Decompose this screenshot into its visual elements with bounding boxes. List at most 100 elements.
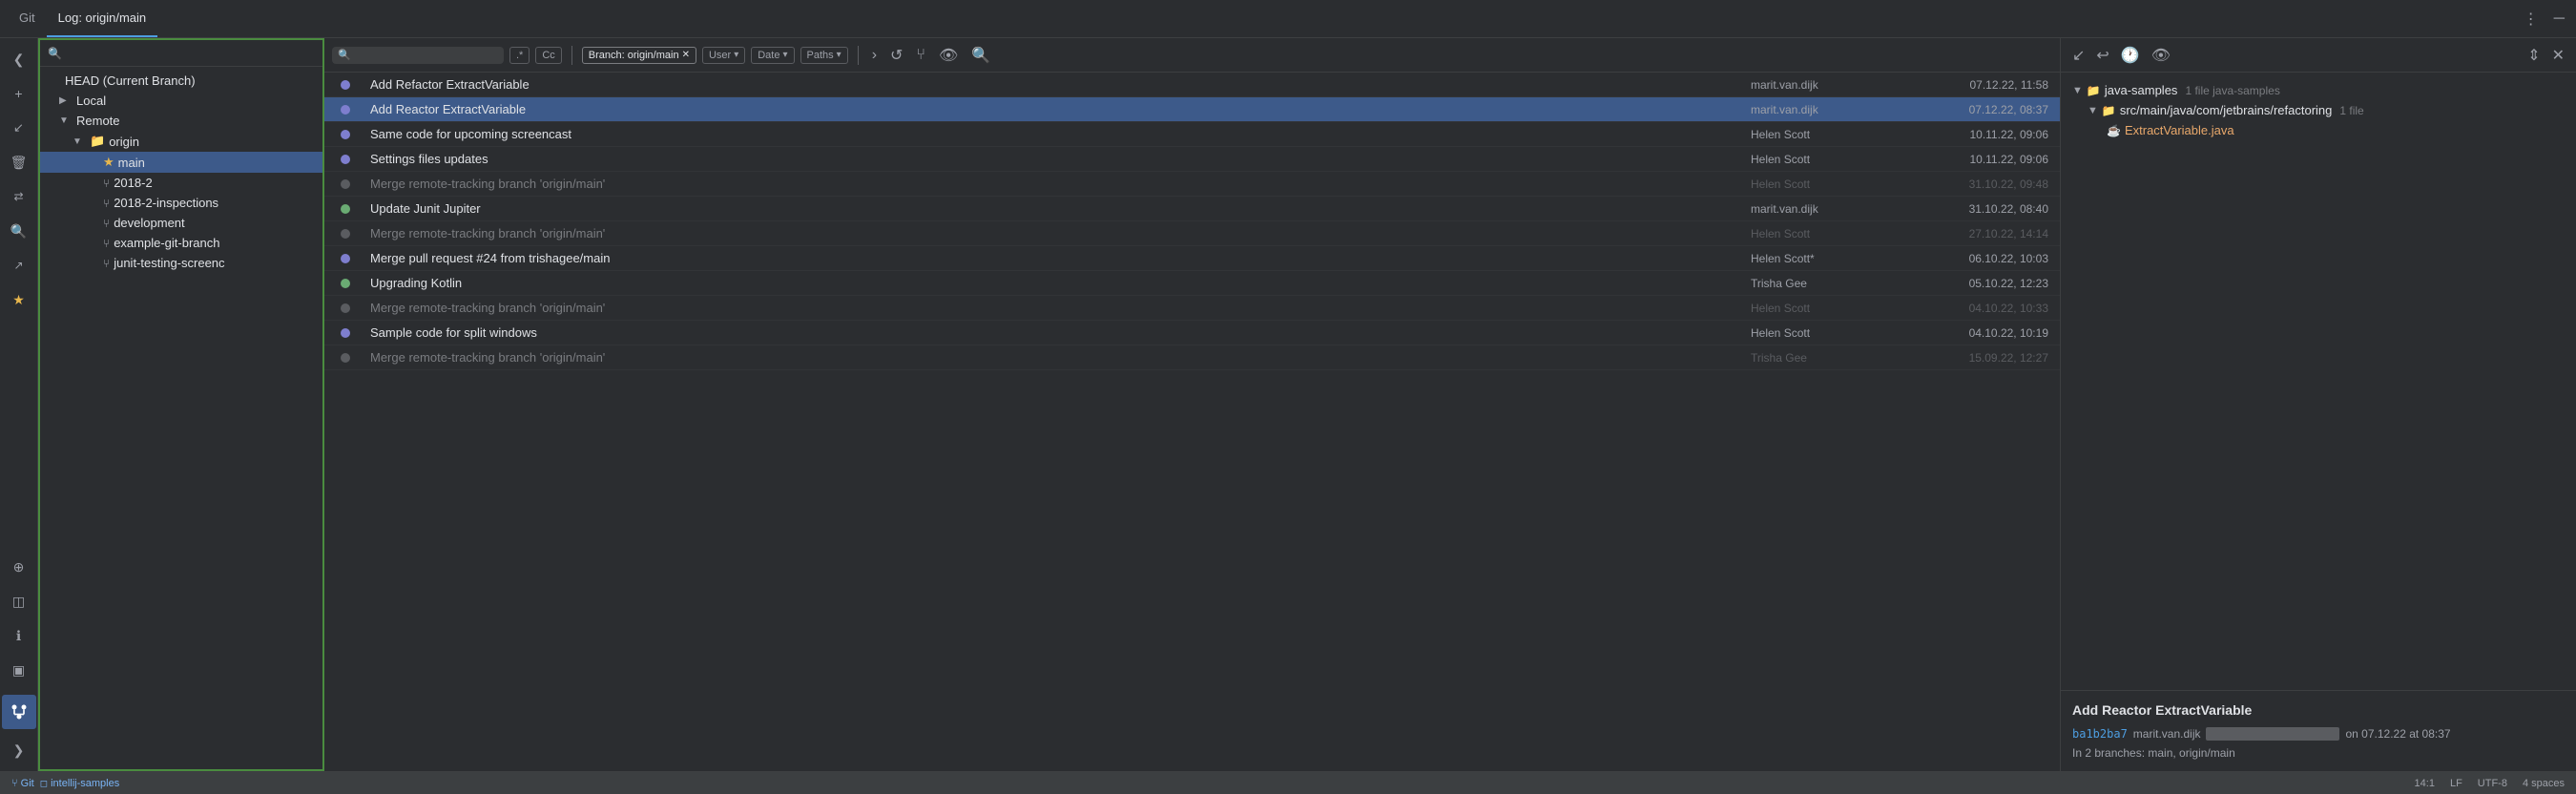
commit-dot: [341, 254, 350, 263]
commit-dot: [341, 179, 350, 189]
branch-label-2018-2-inspections: 2018-2-inspections: [114, 196, 218, 210]
branch-item-junit[interactable]: ⑂ junit-testing-screenc: [40, 253, 322, 273]
undo-btn[interactable]: ↩: [2092, 44, 2112, 67]
git-branch-status[interactable]: ⑂ Git: [11, 778, 34, 789]
collapse-detail-btn[interactable]: ⇕: [2524, 44, 2544, 67]
tab-log[interactable]: Log: origin/main: [47, 0, 158, 37]
branch-label-development: development: [114, 216, 184, 230]
file-tree-item-extract[interactable]: ☕ ExtractVariable.java: [2068, 120, 2568, 140]
branch-item-local[interactable]: ▶ Local: [40, 91, 322, 111]
close-detail-btn[interactable]: ✕: [2548, 44, 2568, 67]
commit-date: 15.09.22, 12:27: [1922, 351, 2056, 365]
add-branch-icon[interactable]: +: [2, 76, 36, 111]
commit-toolbar: 🔍 .* Cc Branch: origin/main ✕ User ▾ Dat…: [324, 38, 2060, 73]
eye-icon[interactable]: 👁: [935, 44, 962, 67]
more-options-btn[interactable]: ⋮: [2520, 8, 2543, 31]
file-tree-item-src[interactable]: ▼ 📁 src/main/java/com/jetbrains/refactor…: [2068, 100, 2568, 120]
commit-author: Helen Scott: [1751, 326, 1922, 340]
branch-label-local: Local: [76, 94, 106, 108]
commit-author: marit.van.dijk: [1751, 78, 1922, 92]
commit-date: 10.11.22, 09:06: [1922, 153, 2056, 166]
branch-item-example[interactable]: ⑂ example-git-branch: [40, 233, 322, 253]
branch-icon[interactable]: ⑂: [912, 45, 929, 66]
expand-icon-commit[interactable]: ›: [868, 45, 881, 66]
info-icon[interactable]: ℹ: [2, 618, 36, 653]
commit-author: Trisha Gee: [1751, 277, 1922, 290]
encoding[interactable]: UTF-8: [2478, 778, 2507, 789]
branch-label-main: main: [118, 156, 145, 170]
commit-author: marit.van.dijk: [1751, 103, 1922, 116]
commit-row[interactable]: Sample code for split windows Helen Scot…: [324, 321, 2060, 345]
commit-row[interactable]: Update Junit Jupiter marit.van.dijk 31.1…: [324, 197, 2060, 221]
commit-list: Add Refactor ExtractVariable marit.van.d…: [324, 73, 2060, 771]
star-icon[interactable]: ★: [2, 282, 36, 317]
commit-dot: [341, 105, 350, 115]
history-btn[interactable]: 🕐: [2117, 44, 2144, 67]
delete-icon[interactable]: 🗑: [2, 145, 36, 179]
commit-detail-author: marit.van.dijk: [2133, 727, 2201, 741]
minimize-btn[interactable]: ─: [2550, 9, 2568, 30]
commit-row[interactable]: Merge pull request #24 from trishagee/ma…: [324, 246, 2060, 271]
folder-icon[interactable]: ▣: [2, 653, 36, 687]
case-filter-btn[interactable]: Cc: [535, 47, 561, 64]
commit-row[interactable]: Merge remote-tracking branch 'origin/mai…: [324, 345, 2060, 370]
merge-icon[interactable]: ⇄: [2, 179, 36, 214]
checkout-detail-btn[interactable]: ↙: [2068, 44, 2088, 67]
commit-panel: 🔍 .* Cc Branch: origin/main ✕ User ▾ Dat…: [324, 38, 2061, 771]
branch-item-origin[interactable]: ▼ 📁 origin: [40, 131, 322, 152]
commit-dot: [341, 204, 350, 214]
commit-row[interactable]: Settings files updates Helen Scott 10.11…: [324, 147, 2060, 172]
git-icon[interactable]: [2, 695, 36, 729]
regex-filter-btn[interactable]: .*: [509, 47, 530, 64]
commit-dot: [341, 229, 350, 239]
date-filter-btn[interactable]: Date ▾: [751, 47, 794, 64]
screen-icon[interactable]: ◫: [2, 584, 36, 618]
commit-row[interactable]: Merge remote-tracking branch 'origin/mai…: [324, 172, 2060, 197]
tab-git[interactable]: Git: [8, 0, 47, 37]
commit-search-input[interactable]: [355, 49, 469, 62]
commit-dot: [341, 80, 350, 90]
commit-row[interactable]: Add Reactor ExtractVariable marit.van.di…: [324, 97, 2060, 122]
find-icon[interactable]: 🔍: [967, 44, 994, 67]
commit-date: 04.10.22, 10:33: [1922, 302, 2056, 315]
paths-filter-btn[interactable]: Paths ▾: [800, 47, 848, 64]
collapse-icon[interactable]: ❮: [2, 42, 36, 76]
search-icon[interactable]: 🔍: [2, 214, 36, 248]
file-tree-item-root[interactable]: ▼ 📁 java-samples 1 file java-samples: [2068, 80, 2568, 100]
commit-message: Update Junit Jupiter: [363, 201, 1751, 216]
branch-item-remote[interactable]: ▼ Remote: [40, 111, 322, 131]
commit-message: Merge remote-tracking branch 'origin/mai…: [363, 226, 1751, 240]
globe-icon[interactable]: ⊕: [2, 550, 36, 584]
cursor-position[interactable]: 14:1: [2415, 778, 2435, 789]
branch-label-head: HEAD (Current Branch): [65, 73, 196, 88]
commit-row[interactable]: Add Refactor ExtractVariable marit.van.d…: [324, 73, 2060, 97]
commit-dot: [341, 303, 350, 313]
commit-date: 27.10.22, 14:14: [1922, 227, 2056, 240]
user-filter-btn[interactable]: User ▾: [702, 47, 745, 64]
commit-row[interactable]: Upgrading Kotlin Trisha Gee 05.10.22, 12…: [324, 271, 2060, 296]
commit-row[interactable]: Merge remote-tracking branch 'origin/mai…: [324, 296, 2060, 321]
branch-filter-btn[interactable]: Branch: origin/main ✕: [582, 47, 696, 64]
commit-row[interactable]: Merge remote-tracking branch 'origin/mai…: [324, 221, 2060, 246]
commit-author: Helen Scott: [1751, 302, 1922, 315]
indent[interactable]: 4 spaces: [2523, 778, 2565, 789]
refresh-icon[interactable]: ↺: [886, 44, 906, 67]
branch-item-head[interactable]: HEAD (Current Branch): [40, 71, 322, 91]
branch-item-main[interactable]: ★ main: [40, 152, 322, 173]
branches-search-bar: 🔍: [40, 40, 322, 67]
expand-icon[interactable]: ❯: [2, 733, 36, 767]
line-ending[interactable]: LF: [2450, 778, 2462, 789]
chart-icon[interactable]: ↗: [2, 248, 36, 282]
branch-item-2018-2[interactable]: ⑂ 2018-2: [40, 173, 322, 193]
branch-item-2018-2-inspections[interactable]: ⑂ 2018-2-inspections: [40, 193, 322, 213]
branch-item-development[interactable]: ⑂ development: [40, 213, 322, 233]
commit-message: Add Reactor ExtractVariable: [363, 102, 1751, 116]
checkout-icon[interactable]: ↙: [2, 111, 36, 145]
search-icon-branches: 🔍: [48, 47, 62, 60]
view-btn[interactable]: 👁: [2148, 44, 2174, 67]
commit-row[interactable]: Same code for upcoming screencast Helen …: [324, 122, 2060, 147]
commit-dot: [341, 279, 350, 288]
branch-search-input[interactable]: [68, 46, 315, 60]
commit-date: 31.10.22, 09:48: [1922, 178, 2056, 191]
commit-message: Upgrading Kotlin: [363, 276, 1751, 290]
